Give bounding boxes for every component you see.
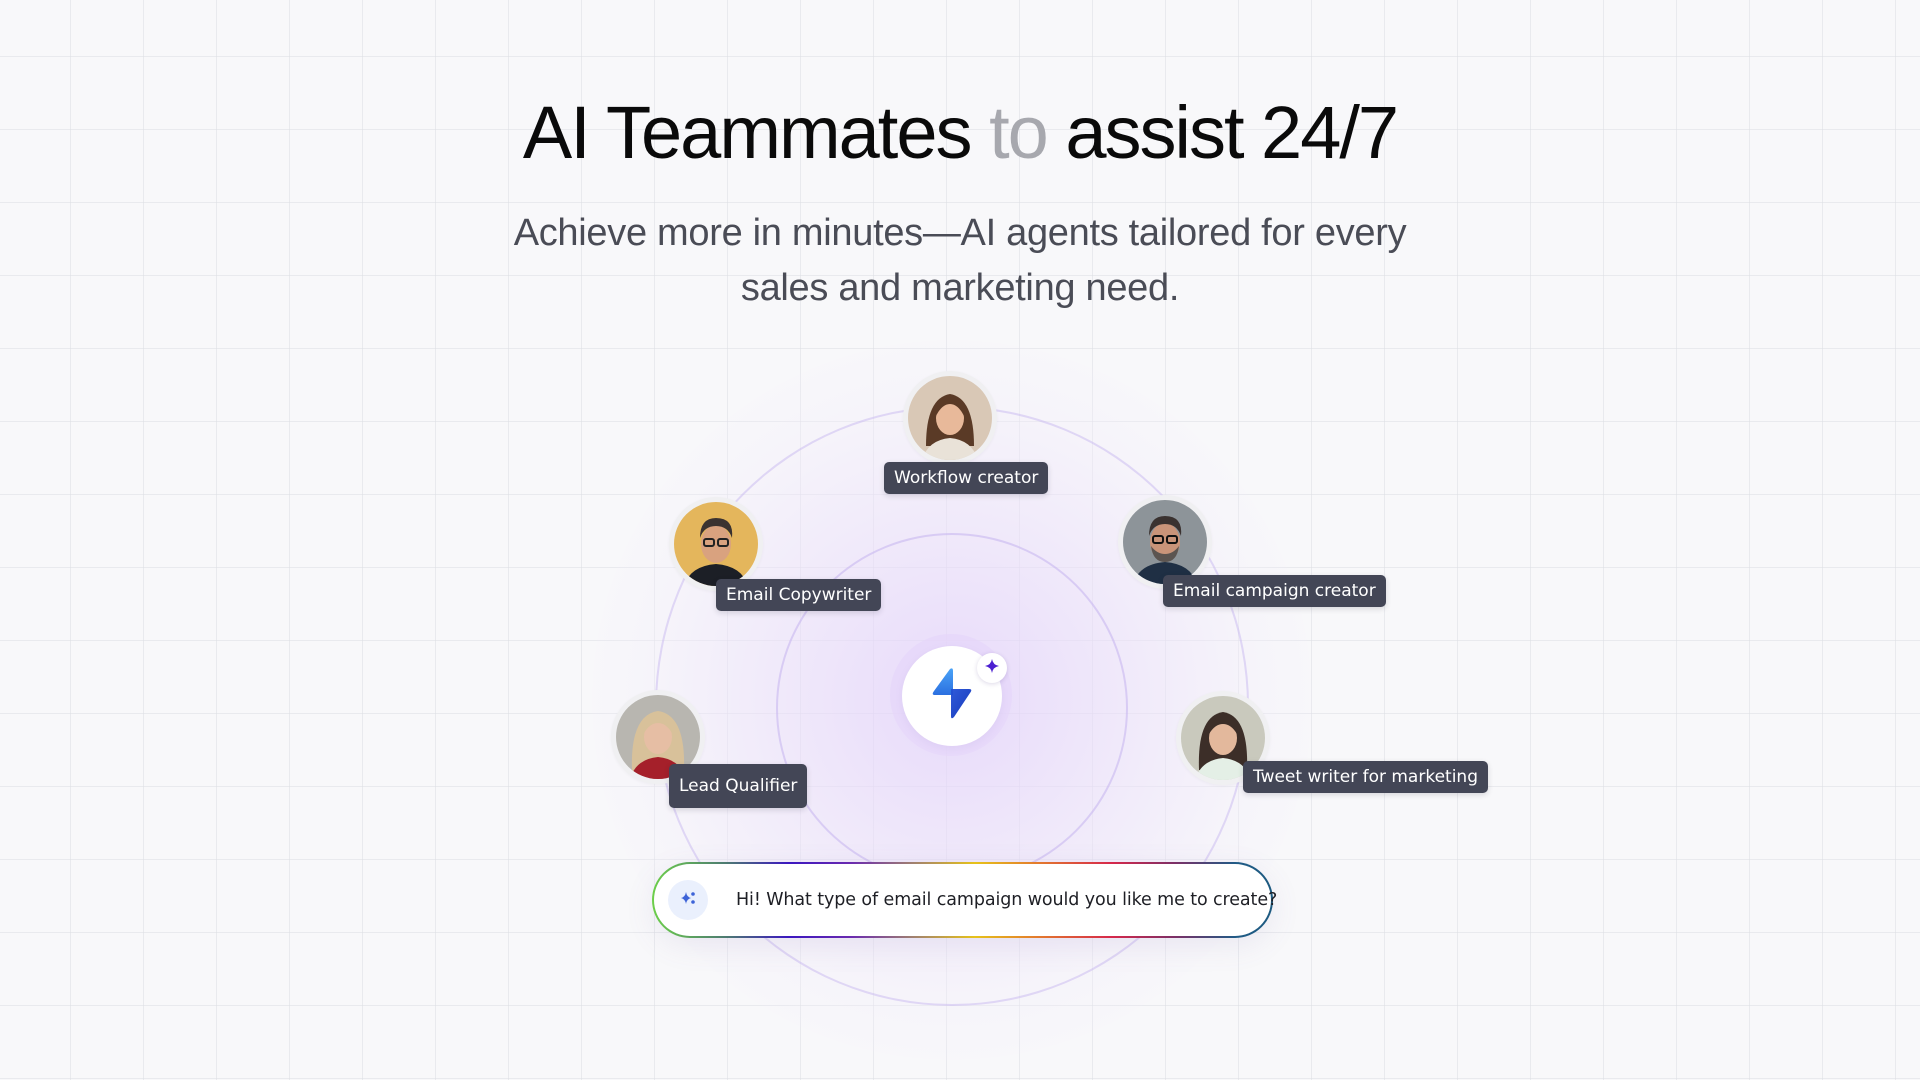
hero-subtitle: Achieve more in minutes—AI agents tailor… (460, 206, 1460, 316)
avatar[interactable] (669, 497, 763, 591)
chat-prompt[interactable]: Hi! What type of email campaign would yo… (652, 862, 1277, 938)
agent-label: Tweet writer for marketing (1243, 761, 1488, 793)
hero-subtitle-line1: Achieve more in minutes—AI agents tailor… (513, 212, 1407, 254)
hero-title-end: assist 24/7 (1065, 91, 1399, 174)
sparkle-badge (977, 653, 1007, 683)
avatar-man-beard-glasses-icon (1123, 500, 1207, 584)
ai-sparkle-icon (679, 889, 697, 912)
hero-title-muted: to (989, 91, 1049, 174)
chat-message: Hi! What type of email campaign would yo… (736, 890, 1278, 910)
avatar[interactable] (903, 371, 997, 465)
agent-label: Lead Qualifier (669, 764, 808, 808)
avatar-woman-brown-hair-icon (908, 376, 992, 460)
hero-title: AI Teammates to assist 24/7 (0, 88, 1920, 178)
lightning-bolt-icon (923, 665, 981, 728)
chat-avatar (668, 880, 708, 920)
hero-subtitle-line2: sales and marketing need. (740, 267, 1180, 309)
agent-label: Email Copywriter (716, 579, 882, 611)
chat-prompt-inner: Hi! What type of email campaign would yo… (654, 864, 1277, 936)
avatar-man-glasses-icon (674, 502, 758, 586)
agent-label: Workflow creator (884, 462, 1049, 494)
sparkle-icon (984, 658, 1000, 679)
agent-label: Email campaign creator (1163, 575, 1386, 607)
hero-title-main: AI Teammates (522, 91, 973, 174)
